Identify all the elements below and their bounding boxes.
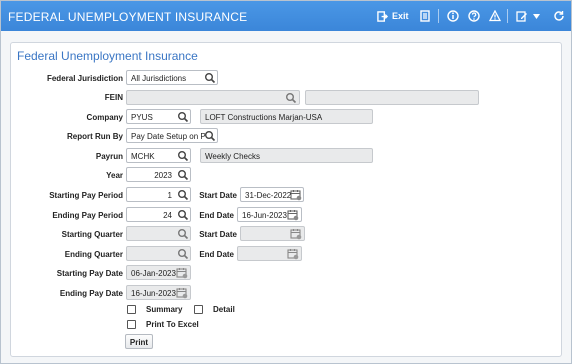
window-frame: FEDERAL UNEMPLOYMENT INSURANCE Exit Fede…	[0, 0, 572, 364]
form-panel: Federal Unemployment Insurance Federal J…	[10, 42, 562, 357]
print-to-excel-checkbox[interactable]	[127, 320, 136, 329]
toolbar-separator	[507, 9, 508, 23]
fein-input[interactable]	[126, 90, 300, 105]
company-description: LOFT Constructions Marjan-USA	[200, 109, 373, 124]
reports-button[interactable]	[419, 8, 431, 24]
exit-label: Exit	[392, 11, 409, 21]
calendar-icon[interactable]	[176, 267, 188, 279]
title-bar: FEDERAL UNEMPLOYMENT INSURANCE Exit	[1, 1, 571, 31]
exit-icon	[377, 10, 388, 22]
federal-jurisdiction-label: Federal Jurisdiction	[46, 74, 123, 83]
form-title: Federal Unemployment Insurance	[17, 49, 198, 63]
info-button[interactable]	[447, 8, 459, 24]
report-run-by-label: Report Run By	[67, 132, 123, 141]
calendar-icon[interactable]	[290, 228, 302, 240]
search-icon[interactable]	[177, 228, 189, 240]
quarter-end-date-label: End Date	[199, 250, 234, 259]
help-button[interactable]	[468, 8, 480, 24]
search-icon[interactable]	[285, 92, 297, 104]
exit-button[interactable]: Exit	[377, 8, 409, 24]
warning-icon	[489, 10, 501, 22]
search-icon[interactable]	[204, 72, 216, 84]
report-icon	[420, 10, 430, 22]
window-title: FEDERAL UNEMPLOYMENT INSURANCE	[8, 10, 248, 24]
payrun-description: Weekly Checks	[200, 148, 373, 163]
calendar-icon[interactable]	[290, 189, 302, 201]
detail-checkbox[interactable]	[194, 305, 203, 314]
info-icon	[447, 10, 459, 22]
print-to-excel-label: Print To Excel	[146, 320, 199, 329]
company-label: Company	[86, 113, 123, 122]
calendar-icon[interactable]	[287, 209, 299, 221]
end-date-label: End Date	[199, 211, 234, 220]
refresh-icon	[554, 11, 564, 21]
search-icon[interactable]	[177, 189, 189, 201]
fein-label: FEIN	[104, 93, 123, 102]
calendar-icon[interactable]	[287, 248, 299, 260]
calendar-icon[interactable]	[176, 287, 188, 299]
search-icon[interactable]	[177, 111, 189, 123]
starting-quarter-label: Starting Quarter	[61, 230, 123, 239]
quarter-start-date-label: Start Date	[199, 230, 237, 239]
ending-quarter-label: Ending Quarter	[64, 250, 123, 259]
starting-pay-period-label: Starting Pay Period	[49, 191, 123, 200]
search-icon[interactable]	[177, 169, 189, 181]
year-label: Year	[106, 171, 123, 180]
ending-pay-date-label: Ending Pay Date	[59, 289, 123, 298]
start-date-label: Start Date	[199, 191, 237, 200]
summary-label: Summary	[146, 305, 183, 314]
edit-menu-button[interactable]	[516, 8, 540, 24]
starting-pay-date-label: Starting Pay Date	[56, 269, 123, 278]
refresh-button[interactable]	[553, 8, 565, 24]
toolbar-separator	[438, 9, 439, 23]
search-icon[interactable]	[204, 130, 216, 142]
search-icon[interactable]	[177, 209, 189, 221]
fein-description	[305, 90, 479, 105]
edit-icon	[516, 11, 527, 22]
help-icon	[468, 10, 480, 22]
ending-pay-period-label: Ending Pay Period	[52, 211, 123, 220]
search-icon[interactable]	[177, 248, 189, 260]
summary-checkbox[interactable]	[127, 305, 136, 314]
payrun-label: Payrun	[95, 152, 123, 161]
print-button[interactable]: Print	[125, 334, 153, 349]
chevron-down-icon	[533, 13, 540, 19]
search-icon[interactable]	[177, 150, 189, 162]
alert-button[interactable]	[489, 8, 501, 24]
detail-label: Detail	[213, 305, 235, 314]
